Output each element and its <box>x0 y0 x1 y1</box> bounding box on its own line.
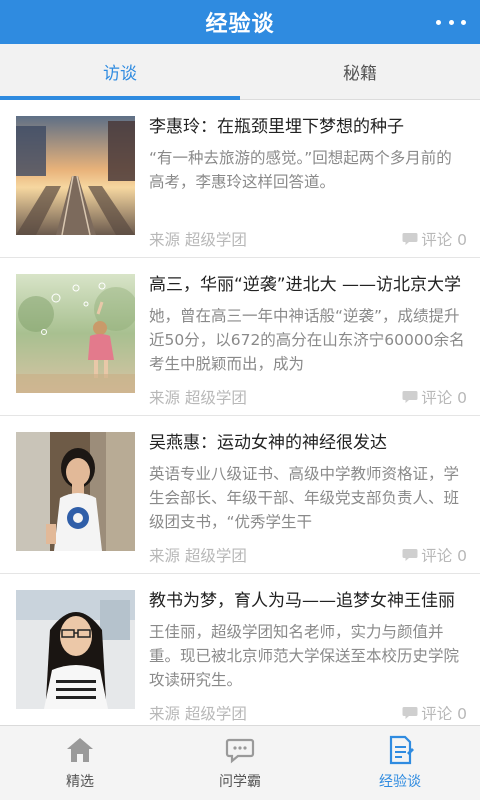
comment-icon <box>402 391 418 403</box>
bottom-tab-bar: 精选 问学霸 经验谈 <box>0 725 480 800</box>
girl-bubbles-thumbnail <box>16 274 135 393</box>
woman-portrait-thumbnail <box>16 432 135 551</box>
comment-label: 评论 0 <box>421 705 467 723</box>
comment-count[interactable]: 评论 0 <box>402 228 467 250</box>
comment-count[interactable]: 评论 0 <box>402 544 467 566</box>
comment-icon <box>402 707 418 719</box>
comment-count[interactable]: 评论 0 <box>402 386 467 408</box>
article-source: 来源 超级学团 <box>149 705 247 723</box>
comment-label: 评论 0 <box>421 389 467 407</box>
comment-label: 评论 0 <box>421 231 467 249</box>
article-source: 来源 超级学团 <box>149 231 247 249</box>
comment-label: 评论 0 <box>421 547 467 565</box>
home-icon <box>67 738 93 762</box>
woman-glasses-thumbnail <box>16 590 135 709</box>
article-list[interactable]: 李惠玲：在瓶颈里埋下梦想的种子 “有一种去旅游的感觉。”回想起两个多月前的高考，… <box>0 100 480 725</box>
article-title: 李惠玲：在瓶颈里埋下梦想的种子 <box>149 117 404 137</box>
bottom-tab-featured[interactable]: 精选 <box>0 726 160 800</box>
tab-interviews[interactable]: 访谈 <box>0 44 240 100</box>
bottom-tab-label: 精选 <box>66 774 94 790</box>
bottom-tab-experience[interactable]: 经验谈 <box>320 726 480 800</box>
comment-count[interactable]: 评论 0 <box>402 702 467 724</box>
article-source: 来源 超级学团 <box>149 547 247 565</box>
list-item[interactable]: 吴燕惠：运动女神的神经很发达 英语专业八级证书、高级中学教师资格证，学生会部长、… <box>0 416 480 574</box>
list-item[interactable]: 高三，华丽“逆袭”进北大 ——访北京大学 她，曾在高三一年中神话般“逆袭”，成绩… <box>0 258 480 416</box>
bottom-tab-label: 经验谈 <box>379 774 421 790</box>
railway-thumbnail <box>16 116 135 235</box>
article-title: 教书为梦，育人为马——追梦女神王佳丽 <box>149 591 455 611</box>
comment-icon <box>402 233 418 245</box>
bottom-tab-label: 问学霸 <box>219 774 261 790</box>
bottom-tab-ask[interactable]: 问学霸 <box>160 726 320 800</box>
list-item[interactable]: 教书为梦，育人为马——追梦女神王佳丽 王佳丽，超级学团知名老师，实力与颜值并重。… <box>0 574 480 725</box>
document-icon <box>389 735 414 765</box>
more-options-icon[interactable] <box>436 12 466 32</box>
comment-icon <box>402 549 418 561</box>
article-title: 高三，华丽“逆袭”进北大 ——访北京大学 <box>149 275 462 295</box>
article-summary: 王佳丽，超级学团知名老师，实力与颜值并重。现已被北京师范大学保送至本校历史学院攻… <box>149 623 460 689</box>
page-title: 经验谈 <box>205 12 275 37</box>
tab-tips[interactable]: 秘籍 <box>240 44 480 99</box>
list-item[interactable]: 李惠玲：在瓶颈里埋下梦想的种子 “有一种去旅游的感觉。”回想起两个多月前的高考，… <box>0 100 480 258</box>
app-bar: 经验谈 <box>0 0 480 44</box>
article-summary: “有一种去旅游的感觉。”回想起两个多月前的高考，李惠玲这样回答道。 <box>149 149 452 191</box>
article-title: 吴燕惠：运动女神的神经很发达 <box>149 433 387 453</box>
top-tabs: 访谈 秘籍 <box>0 44 480 100</box>
article-summary: 英语专业八级证书、高级中学教师资格证，学生会部长、年级干部、年级党支部负责人、班… <box>149 465 460 531</box>
article-source: 来源 超级学团 <box>149 389 247 407</box>
article-summary: 她，曾在高三一年中神话般“逆袭”，成绩提升近50分，以672的高分在山东济宁60… <box>149 307 465 373</box>
chat-icon <box>225 738 255 764</box>
